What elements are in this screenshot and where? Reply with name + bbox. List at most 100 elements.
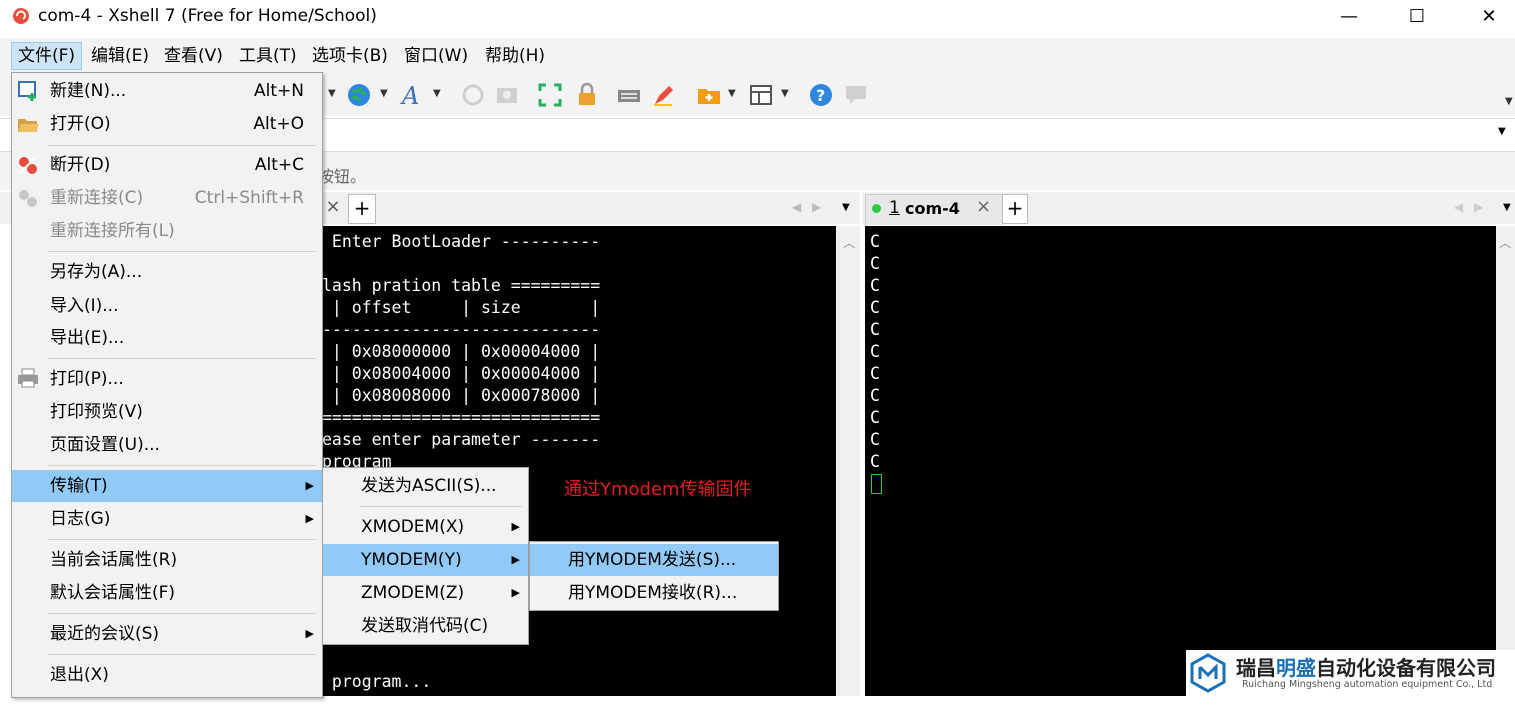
chevron-down-icon[interactable]: ▼ [842, 202, 850, 213]
minimize-button[interactable]: — [1326, 4, 1372, 30]
menu-tabs[interactable]: 选项卡(B) [306, 43, 394, 69]
menu-print-preview[interactable]: 打印预览(V) [12, 396, 322, 428]
terminal-line: ---------------------------- [322, 320, 601, 339]
chevron-down-icon[interactable]: ▼ [728, 88, 736, 99]
menu-send-ascii[interactable]: 发送为ASCII(S)... [323, 470, 528, 502]
window-title: com-4 - Xshell 7 (Free for Home/School) [38, 6, 377, 26]
submenu-arrow-icon: ▶ [511, 586, 520, 599]
highlight-pen-icon[interactable] [651, 82, 677, 108]
submenu-arrow-icon: ▶ [305, 627, 314, 640]
menu-new[interactable]: 新建(N)... Alt+N [12, 75, 322, 107]
menu-print[interactable]: 打印(P)... [12, 363, 322, 395]
terminal-line: program... [322, 672, 432, 691]
menu-xmodem[interactable]: XMODEM(X) ▶ [323, 511, 528, 543]
chevron-down-icon[interactable]: ▼ [380, 88, 388, 99]
chevron-down-icon[interactable]: ▼ [1503, 202, 1511, 213]
menu-zmodem[interactable]: ZMODEM(Z) ▶ [323, 577, 528, 609]
menu-tools[interactable]: 工具(T) [233, 43, 303, 69]
terminal-line: | offset | size | [322, 298, 601, 317]
fullscreen-icon[interactable] [537, 82, 563, 108]
maximize-button[interactable]: ☐ [1394, 4, 1440, 30]
terminal-line: C [870, 408, 880, 427]
chat-icon [846, 86, 866, 104]
logo-name-b: 明盛 [1276, 656, 1316, 680]
menu-import[interactable]: 导入(I)... [12, 290, 322, 322]
terminal-line: | 0x08000000 | 0x00004000 | [322, 342, 601, 361]
svg-text:A: A [400, 82, 419, 108]
terminal-line: C [870, 232, 880, 251]
terminal-line: C [870, 276, 880, 295]
tab-scroll-left-icon[interactable]: ◀ [1454, 200, 1463, 214]
scroll-up-icon[interactable]: ︿ [843, 234, 855, 251]
lock-icon[interactable] [574, 82, 600, 108]
menu-export[interactable]: 导出(E)... [12, 322, 322, 354]
add-folder-icon[interactable] [696, 82, 722, 108]
menu-log[interactable]: 日志(G) ▶ [12, 503, 322, 535]
terminal-line: C [870, 254, 880, 273]
layout-icon[interactable] [748, 82, 774, 108]
menu-ymodem-send[interactable]: 用YMODEM发送(S)... [530, 544, 778, 576]
add-tab-button[interactable]: + [348, 194, 376, 224]
company-logo: 瑞昌明盛自动化设备有限公司 Ruichang Mingsheng automat… [1186, 650, 1515, 696]
menu-ymodem-receive[interactable]: 用YMODEM接收(R)... [530, 577, 778, 609]
menu-ymodem[interactable]: YMODEM(Y) ▶ [323, 544, 528, 576]
terminal-line: C [870, 452, 880, 471]
chevron-down-icon[interactable]: ▼ [328, 88, 336, 99]
tab-scroll-right-icon[interactable]: ▶ [1474, 200, 1483, 214]
chevron-down-icon[interactable]: ▼ [781, 88, 789, 99]
menu-transfer[interactable]: 传输(T) ▶ [12, 470, 322, 502]
tab-close-icon[interactable]: × [322, 196, 344, 222]
submenu-arrow-icon: ▶ [511, 553, 520, 566]
terminal-line: | 0x08008000 | 0x00078000 | [322, 386, 601, 405]
globe-icon[interactable] [346, 82, 372, 108]
menu-window[interactable]: 窗口(W) [398, 43, 474, 69]
tab-close-icon[interactable]: × [976, 196, 991, 217]
scrollbar-right[interactable]: ︿ [1496, 226, 1515, 696]
menu-edit[interactable]: 编辑(E) [85, 43, 155, 69]
logo-subtitle: Ruichang Mingsheng automation equipment … [1242, 679, 1493, 690]
tab-scroll-right-icon[interactable]: ▶ [812, 200, 821, 214]
scrollbar-left[interactable]: ︿ [836, 226, 860, 696]
chevron-down-icon[interactable]: ▼ [433, 88, 441, 99]
menu-view[interactable]: 查看(V) [158, 43, 229, 69]
close-button[interactable]: ✕ [1466, 4, 1512, 30]
menu-recent-sessions[interactable]: 最近的会议(S) ▶ [12, 618, 322, 650]
chevron-down-icon[interactable]: ▼ [1505, 96, 1513, 107]
logo-name-c: 自动化设备有限公司 [1316, 656, 1496, 680]
scroll-up-icon[interactable]: ︿ [1499, 234, 1511, 251]
connected-status-icon [872, 204, 881, 213]
terminal-line: C [870, 386, 880, 405]
add-tab-button[interactable]: + [1002, 194, 1028, 224]
xshell-app-icon [13, 8, 29, 24]
font-icon[interactable]: A [400, 82, 426, 108]
menu-save-as[interactable]: 另存为(A)... [12, 256, 322, 288]
menu-current-session-properties[interactable]: 当前会话属性(R) [12, 544, 322, 576]
tab-scroll-left-icon[interactable]: ◀ [792, 200, 801, 214]
screenshot-icon [497, 88, 517, 103]
menu-disconnect[interactable]: 断开(D) Alt+C [12, 149, 322, 181]
menu-exit[interactable]: 退出(X) [12, 659, 322, 691]
terminal-line: program... [322, 694, 432, 713]
terminal-line: C [870, 430, 880, 449]
terminal-line: lash pration table ========= [322, 276, 601, 295]
chevron-down-icon[interactable]: ▼ [1498, 126, 1506, 137]
help-icon[interactable]: ? [808, 82, 834, 108]
ymodem-submenu: 用YMODEM发送(S)... 用YMODEM接收(R)... [529, 541, 779, 611]
menu-help[interactable]: 帮助(H) [479, 43, 551, 69]
svg-text:?: ? [816, 86, 825, 105]
terminal-line: C [870, 298, 880, 317]
terminal-right[interactable]: CCCCCCCCCCC [865, 226, 1496, 696]
terminal-line: | 0x08004000 | 0x00004000 | [322, 364, 601, 383]
menu-send-cancel-code[interactable]: 发送取消代码(C) [323, 610, 528, 642]
keyboard-icon[interactable] [616, 82, 642, 108]
menu-default-session-properties[interactable]: 默认会话属性(F) [12, 577, 322, 609]
menu-page-setup[interactable]: 页面设置(U)... [12, 429, 322, 461]
annotation-text: 通过Ymodem传输固件 [564, 479, 752, 500]
menu-file[interactable]: 文件(F) [11, 42, 83, 70]
menu-open[interactable]: 打开(O) Alt+O [12, 108, 322, 140]
swirl-icon [462, 84, 484, 106]
hexagon-logo-icon [1190, 653, 1226, 693]
menu-reconnect: 重新连接(C) Ctrl+Shift+R [50, 188, 304, 208]
